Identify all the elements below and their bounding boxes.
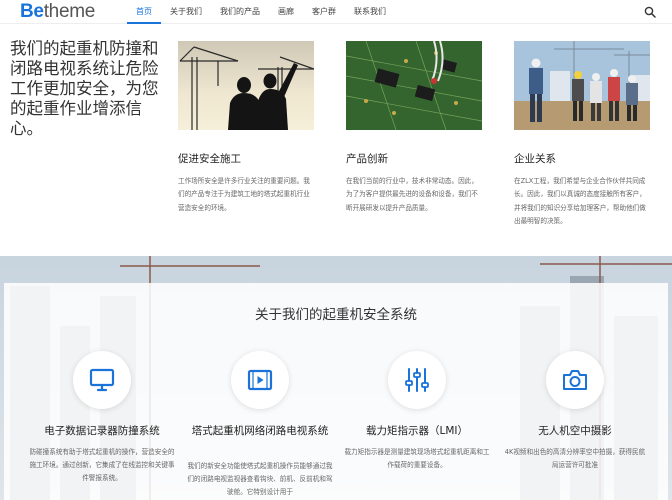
nav-products[interactable]: 我们的产品 xyxy=(211,0,269,24)
feature-title-innovation: 产品创新 xyxy=(346,153,388,165)
feature-desc-safety: 工作场所安全是许多行业关注的重要问题。我们的产品专注于为建筑工地的塔式起重机行业… xyxy=(178,177,310,212)
service-icon-circle-drone xyxy=(546,351,604,409)
nav-gallery[interactable]: 画廊 xyxy=(269,0,303,24)
service-title-lmi: 载力矩指示器（LMI） xyxy=(365,425,468,437)
service-title-drone: 无人机空中摄影 xyxy=(538,425,612,437)
feature-image-safety xyxy=(178,41,314,130)
camera-icon xyxy=(563,370,587,390)
sliders-icon xyxy=(405,368,429,392)
feature-title-safety: 促进安全施工 xyxy=(178,153,241,165)
search-icon[interactable] xyxy=(644,6,656,18)
nav-home[interactable]: 首页 xyxy=(127,0,161,24)
service-icon-circle-recorder xyxy=(73,351,131,409)
feature-title-relations: 企业关系 xyxy=(514,153,556,165)
service-icon-circle-lmi xyxy=(388,351,446,409)
service-desc-cctv: 我们的新安全功能使塔式起重机操作员能够通过我们的闭路电视监视器查看钩块、前机、反… xyxy=(187,462,333,496)
service-desc-recorder: 防碰撞系统有助于塔式起重机的操作，营造安全的施工环境。通过创新，它集成了在线监控… xyxy=(29,448,175,482)
site-header: Betheme 首页 关于我们 我们的产品 画廊 客户群 联系我们 xyxy=(0,0,672,24)
service-title-cctv: 塔式起重机网络闭路电视系统 xyxy=(191,425,329,437)
feature-image-relations xyxy=(514,41,650,130)
feature-image-innovation xyxy=(346,41,482,130)
logo-theme: theme xyxy=(43,1,96,22)
nav-about[interactable]: 关于我们 xyxy=(161,0,211,24)
service-icon-circle-cctv xyxy=(231,351,289,409)
nav-clients[interactable]: 客户群 xyxy=(303,0,345,24)
about-section-title: 关于我们的起重机安全系统 xyxy=(255,307,417,323)
site-logo[interactable]: Betheme xyxy=(20,1,95,23)
service-title-recorder: 电子数据记录器防撞系统 xyxy=(44,425,160,437)
nav-contact[interactable]: 联系我们 xyxy=(345,0,395,24)
main-nav: 首页 关于我们 我们的产品 画廊 客户群 联系我们 xyxy=(127,0,395,24)
hero-heading: 我们的起重机防撞和闭路电视系统让危险工作更加安全，为您的起重作业增添信心。 xyxy=(10,39,159,138)
service-desc-drone: 4K视频和出色的高清分辨率空中拍摄，获得民航局运营许可批准 xyxy=(504,448,646,469)
monitor-icon xyxy=(89,368,115,392)
video-icon xyxy=(247,369,273,391)
logo-be: Be xyxy=(20,1,44,22)
feature-desc-relations: 在ZLX工程，我们希望与企业合作伙伴共同成长。因此，我们以真诚的态度接触所有客户… xyxy=(514,177,646,226)
feature-desc-innovation: 在我们当前的行业中，技术非常动态。因此，为了为客户提供最先进的设备和设备，我们不… xyxy=(346,177,478,212)
service-desc-lmi: 载力矩指示器是测量建筑现场塔式起重机距离和工作载荷的重要设备。 xyxy=(344,448,490,469)
